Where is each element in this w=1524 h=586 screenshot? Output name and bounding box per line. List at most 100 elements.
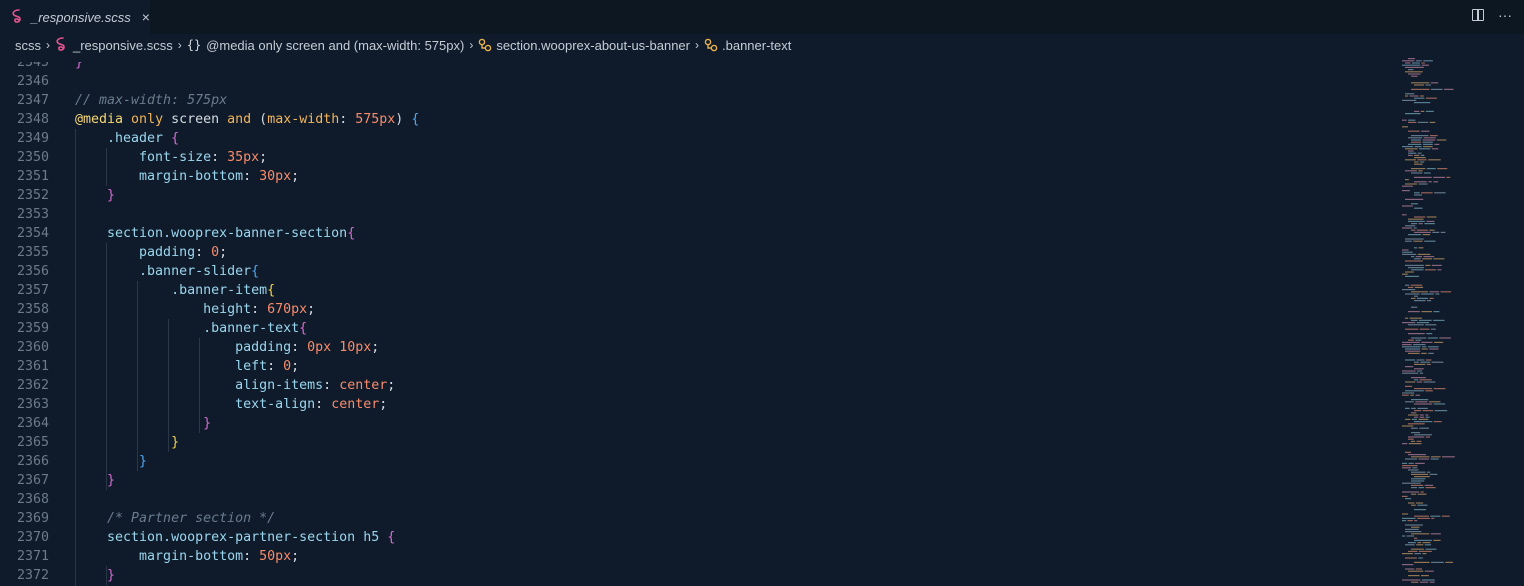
breadcrumb-folder[interactable]: scss [15,38,41,53]
minimap-code-line [1431,517,1435,519]
code-line[interactable]: 2367 } [0,471,1390,490]
minimap-code-line [1402,579,1421,581]
code-line[interactable]: 2370 section.wooprex-partner-section h5 … [0,528,1390,547]
minimap-code-line [1417,407,1428,409]
line-text: } [75,471,115,490]
close-icon[interactable]: × [142,10,150,24]
minimap-code-line [1418,418,1429,420]
minimap-code-line [1427,337,1438,339]
minimap-code-line [1408,152,1417,154]
breadcrumb-media-query[interactable]: {} @media only screen and (max-width: 57… [187,38,465,53]
code-line[interactable]: 2368 [0,490,1390,509]
minimap-code-line [1408,324,1424,326]
code-line[interactable]: 2361 left: 0; [0,357,1390,376]
line-number: 2360 [16,340,49,355]
line-number: 2349 [16,131,49,146]
minimap-code-line [1417,159,1427,161]
minimap-code-line [1414,110,1420,112]
code-line[interactable]: 2348 @media only screen and (max-width: 5… [0,110,1390,129]
code-line[interactable]: 2357 .banner-item{ [0,281,1390,300]
breadcrumb-current[interactable]: .banner-text [704,38,791,53]
code-line[interactable]: 2350 font-size: 35px; [0,148,1390,167]
minimap-code-line [1405,328,1419,330]
code-line[interactable]: 2346 [0,72,1390,91]
minimap-code-line [1402,370,1416,372]
minimap-code-line [1414,163,1423,165]
minimap-code-line [1431,361,1444,363]
minimap-code-line [1437,269,1442,271]
code-line[interactable]: 2372 } [0,566,1390,585]
code-area[interactable]: 2345} 2346 2347 // max-width: 575px 2348 @med… [0,62,1390,586]
minimap-code-line [1414,368,1424,370]
code-line[interactable]: 2351 margin-bottom: 30px; [0,167,1390,186]
minimap-code-line [1417,504,1428,506]
code-token: 670px [267,302,308,317]
minimap-code-line [1408,438,1414,440]
minimap-code-line [1411,504,1416,506]
more-actions-icon[interactable]: ··· [1498,8,1512,22]
minimap-code-line [1423,172,1431,174]
code-token: margin-bottom [75,549,244,564]
minimap-code-line [1411,203,1418,205]
minimap-code-line [1414,537,1418,539]
minimap-code-line [1420,95,1424,97]
code-line[interactable]: 2363 text-align: center; [0,395,1390,414]
minimap[interactable] [1398,56,1524,586]
code-line[interactable]: 2360 padding: 0px 10px; [0,338,1390,357]
minimap-code-line [1411,256,1415,258]
code-line[interactable]: 2371 margin-bottom: 50px; [0,547,1390,566]
breadcrumb-current-label: .banner-text [722,37,792,53]
code-line[interactable]: 2352 } [0,186,1390,205]
code-line[interactable]: 2354 section.wooprex-banner-section{ [0,224,1390,243]
minimap-code-line [1411,139,1421,141]
minimap-code-line [1442,456,1455,458]
line-number: 2346 [16,74,49,89]
code-line[interactable]: 2358 height: 670px; [0,300,1390,319]
minimap-code-line [1422,234,1431,236]
code-line[interactable]: 2366 } [0,452,1390,471]
minimap-code-line [1402,467,1411,469]
minimap-code-line [1433,311,1440,313]
breadcrumb-file[interactable]: _responsive.scss [55,37,173,53]
code-line[interactable]: 2365 } [0,433,1390,452]
code-token: } [107,473,116,488]
code-line[interactable]: 2359 .banner-text{ [0,319,1390,338]
minimap-code-line [1408,443,1422,445]
code-token: { [267,283,276,298]
code-line[interactable]: 2356 .banner-slider{ [0,262,1390,281]
minimap-code-line [1444,88,1454,90]
minimap-code-line [1405,348,1421,350]
minimap-code-line [1433,403,1446,405]
code-line[interactable]: 2349 .header { [0,129,1390,148]
code-line[interactable]: 2353 [0,205,1390,224]
code-line[interactable]: 2347 // max-width: 575px [0,91,1390,110]
minimap-code-line [1434,192,1446,194]
code-line[interactable]: 2364 } [0,414,1390,433]
minimap-code-line [1408,154,1413,156]
code-line[interactable]: 2369 /* Partner section */ [0,509,1390,528]
minimap-code-line [1419,319,1432,321]
line-text: } [75,566,115,585]
minimap-code-line [1405,148,1418,150]
minimap-code-line [1413,344,1426,346]
line-number: 2351 [16,169,49,184]
code-line[interactable]: 2355 padding: 0; [0,243,1390,262]
minimap-code-line [1405,568,1415,570]
code-line[interactable]: 2345} [0,62,1390,72]
minimap-code-line [1425,264,1431,266]
minimap-code-line [1408,286,1414,288]
minimap-code-line [1414,388,1432,390]
split-editor-icon[interactable] [1472,9,1484,21]
minimap-code-line [1402,289,1416,291]
minimap-code-line [1417,152,1422,154]
minimap-code-line [1405,159,1416,161]
minimap-code-line [1419,414,1424,416]
code-line[interactable]: 2362 align-items: center; [0,376,1390,395]
code-token: 35px [227,150,260,165]
breadcrumb-section[interactable]: section.wooprex-about-us-banner [478,38,690,53]
tab-responsive-scss[interactable]: _responsive.scss × [0,0,150,34]
minimap-code-line [1411,88,1430,90]
code-token: section.wooprex-banner-section [75,226,348,241]
minimap-code-line [1426,216,1437,218]
minimap-code-line [1429,229,1435,231]
